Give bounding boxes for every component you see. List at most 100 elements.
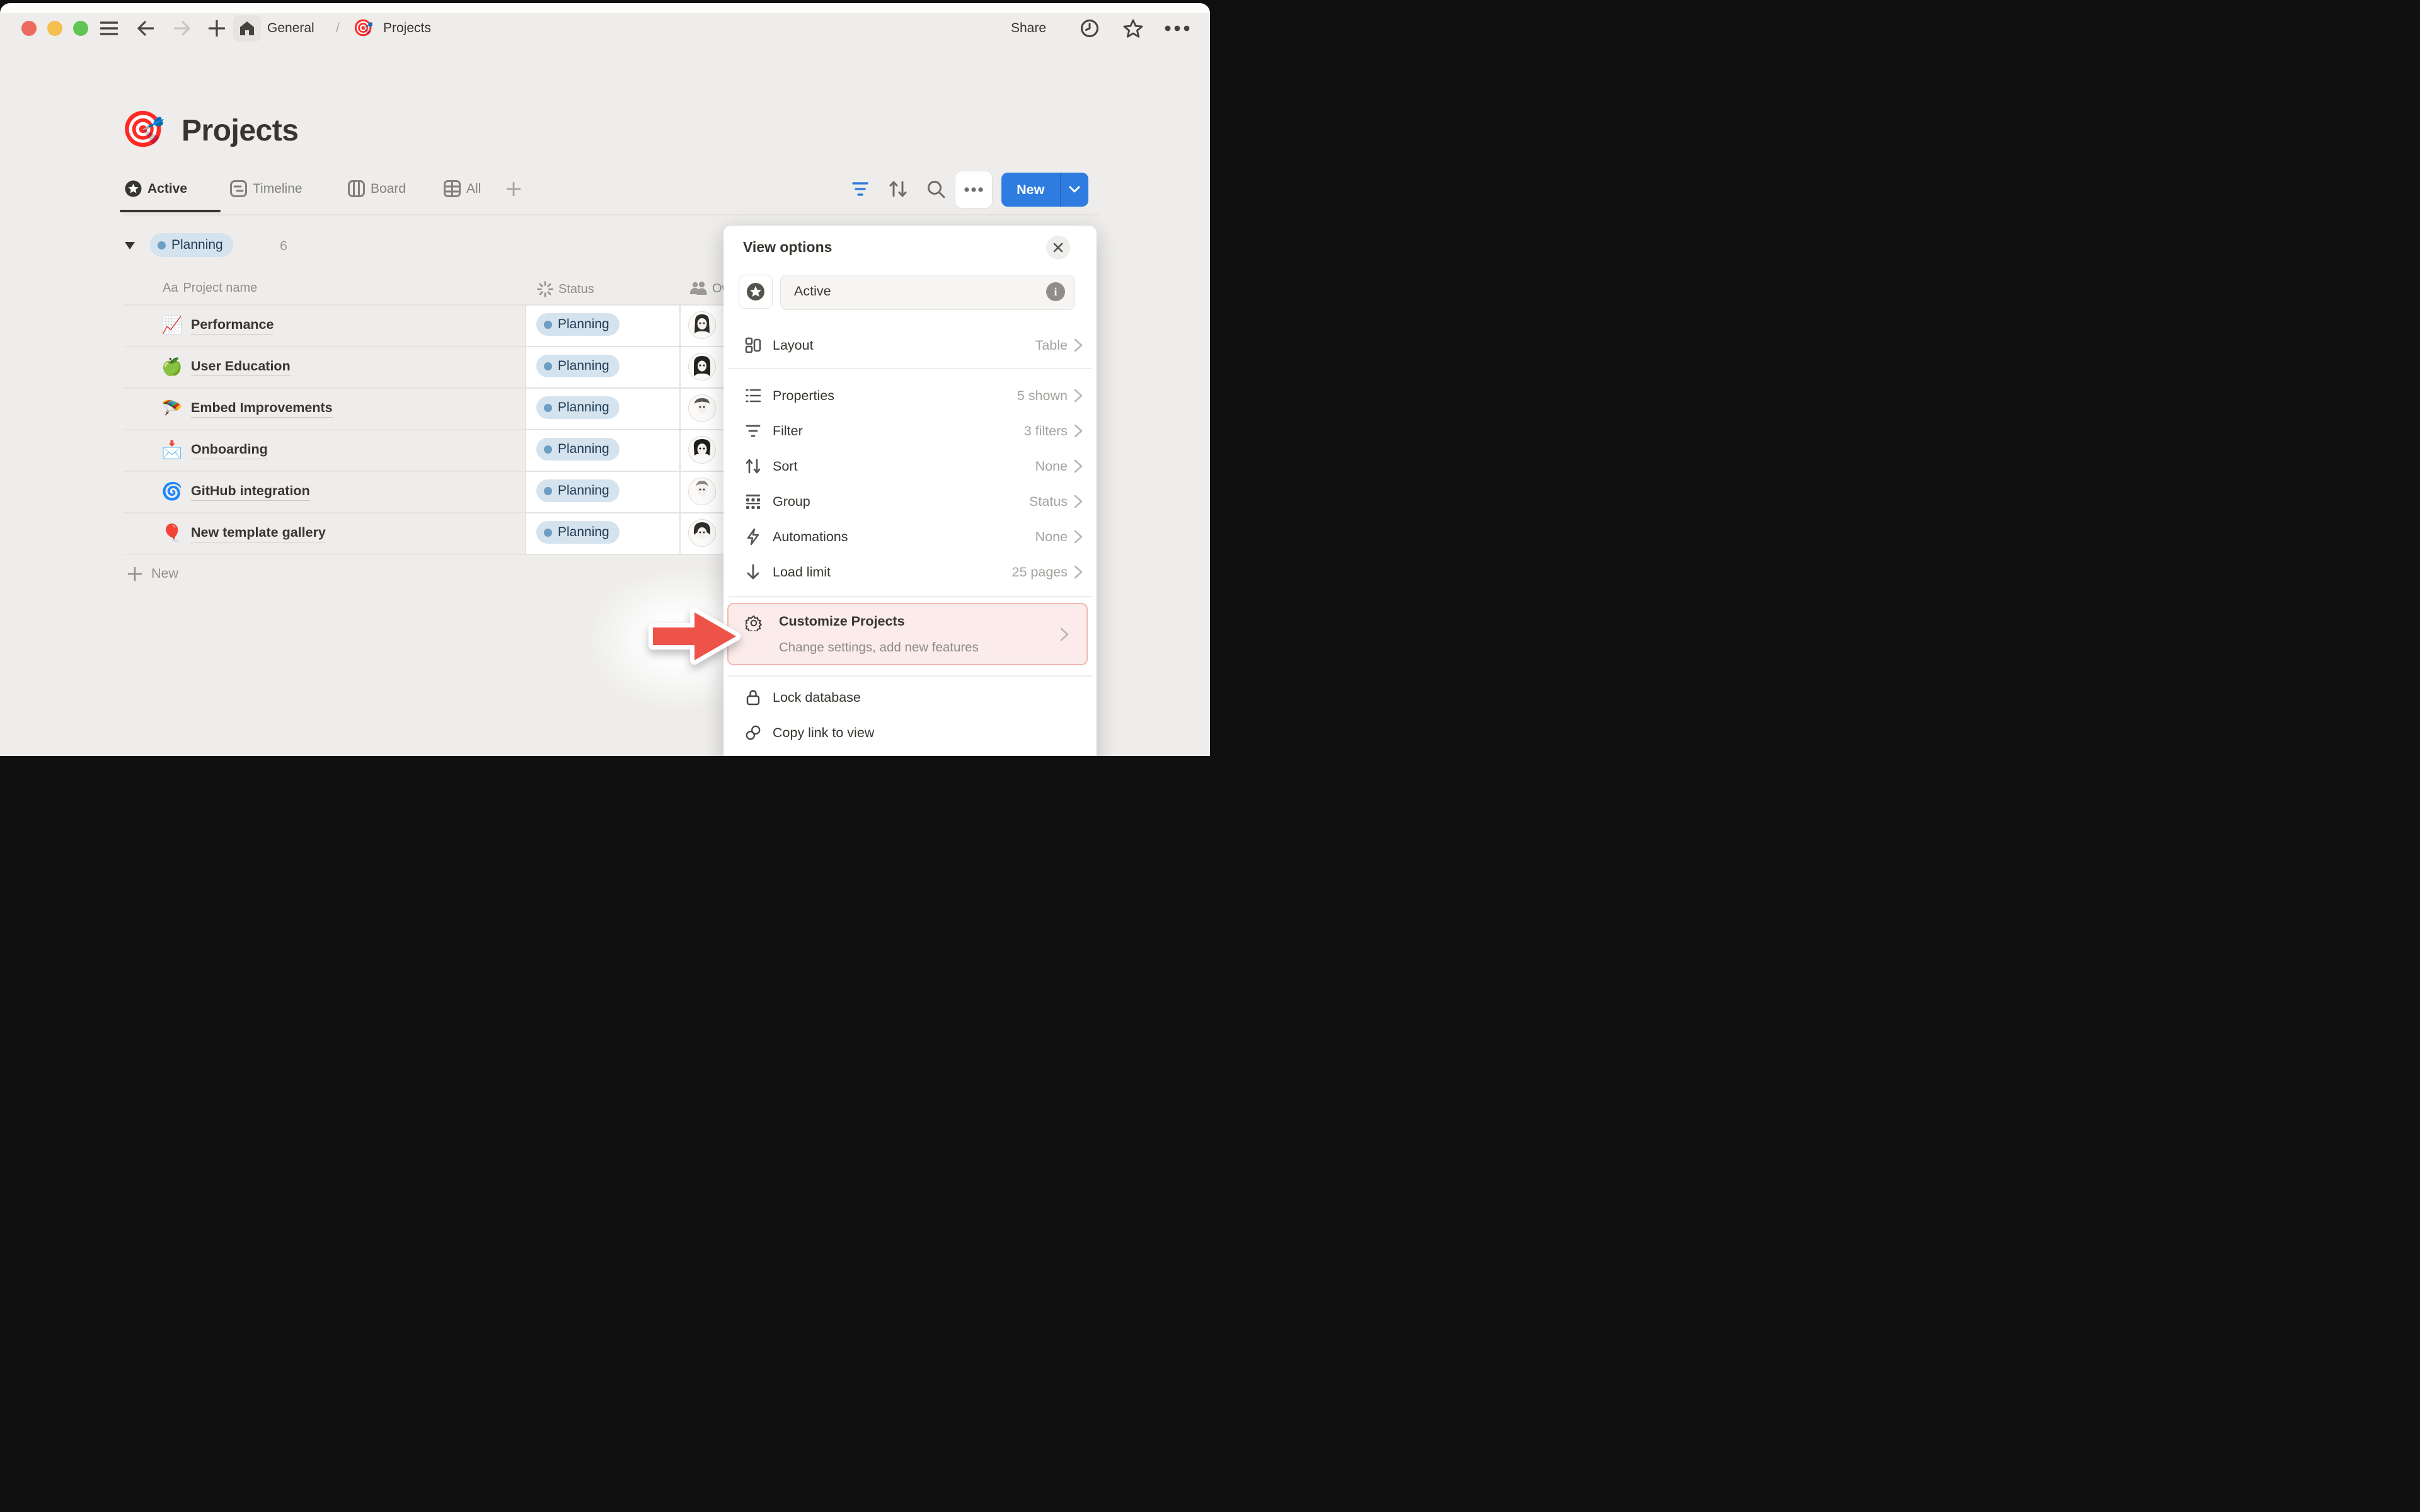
new-dropdown-chevron-icon[interactable] — [1061, 186, 1088, 193]
tab-all[interactable]: All — [444, 180, 481, 197]
panel-title: View options — [743, 239, 832, 256]
menu-item-copy-link[interactable]: Copy link to view — [734, 715, 1086, 750]
history-clock-icon[interactable] — [1079, 18, 1100, 39]
page-title[interactable]: Projects — [182, 113, 298, 148]
favorite-star-icon[interactable] — [1121, 16, 1146, 40]
row-divider — [124, 346, 736, 347]
breadcrumb-page[interactable]: Projects — [383, 21, 431, 36]
zoom-window-button[interactable] — [73, 21, 88, 36]
column-divider — [679, 304, 681, 554]
menu-item-filter[interactable]: Filter 3 filters — [734, 413, 1086, 449]
avatar[interactable] — [688, 311, 716, 339]
new-button[interactable]: New — [1001, 173, 1088, 207]
chevron-right-icon — [1074, 424, 1083, 438]
chevron-right-icon — [1074, 338, 1083, 352]
status-dot — [544, 529, 552, 537]
status-chip[interactable]: Planning — [536, 396, 619, 419]
menu-item-load-limit[interactable]: Load limit 25 pages — [734, 554, 1086, 590]
group-collapse-triangle-icon[interactable] — [122, 239, 137, 252]
chevron-right-icon — [1074, 565, 1083, 579]
status-chip[interactable]: Planning — [536, 521, 619, 544]
avatar[interactable] — [688, 478, 716, 505]
menu-item-properties[interactable]: Properties 5 shown — [734, 378, 1086, 413]
tab-timeline[interactable]: Timeline — [230, 180, 302, 197]
sort-menu-icon — [745, 458, 761, 474]
search-icon[interactable] — [925, 179, 947, 199]
menu-item-group[interactable]: Group Status — [734, 484, 1086, 519]
avatar[interactable] — [688, 519, 716, 547]
column-header-owner[interactable]: Owner — [689, 281, 725, 296]
close-window-button[interactable] — [21, 21, 37, 36]
avatar[interactable] — [688, 436, 716, 464]
page-link[interactable]: Onboarding — [191, 442, 268, 459]
group-menu-icon — [745, 493, 761, 510]
status-chip[interactable]: Planning — [536, 355, 619, 377]
status-chip[interactable]: Planning — [536, 479, 619, 502]
menu-item-lock-database[interactable]: Lock database — [734, 680, 1086, 715]
column-divider — [525, 304, 526, 554]
sidebar-menu-icon[interactable] — [97, 18, 121, 38]
menu-item-layout[interactable]: Layout Table — [734, 328, 1086, 363]
add-view-icon[interactable] — [504, 181, 523, 197]
avatar[interactable] — [688, 394, 716, 422]
home-icon[interactable] — [233, 15, 261, 42]
share-button[interactable]: Share — [1011, 21, 1046, 36]
page-emoji: 🌀 — [161, 481, 183, 501]
status-chip[interactable]: Planning — [536, 438, 619, 461]
menu-item-automations[interactable]: Automations None — [734, 519, 1086, 554]
breadcrumb-workspace[interactable]: General — [267, 21, 314, 36]
people-property-icon — [689, 281, 707, 296]
row-divider — [124, 429, 736, 430]
avatar[interactable] — [688, 353, 716, 381]
page-link[interactable]: Embed Improvements — [191, 400, 333, 418]
view-icon-button[interactable] — [739, 275, 773, 309]
page-link[interactable]: User Education — [191, 358, 291, 376]
customize-projects-item[interactable] — [727, 603, 1088, 665]
new-button-label: New — [1001, 182, 1060, 198]
minimize-window-button[interactable] — [47, 21, 62, 36]
annotation-arrow-icon — [648, 604, 742, 669]
status-dot — [544, 321, 552, 329]
layout-icon — [745, 337, 761, 353]
page-link[interactable]: Performance — [191, 317, 274, 335]
board-view-icon — [348, 180, 365, 197]
filter-icon[interactable] — [851, 180, 870, 198]
status-chip[interactable]: Planning — [536, 313, 619, 336]
forward-icon[interactable] — [170, 18, 194, 39]
new-page-icon[interactable] — [205, 17, 228, 40]
sort-icon[interactable] — [887, 179, 909, 199]
status-dot — [544, 445, 552, 454]
view-settings-trigger-icon[interactable] — [955, 171, 992, 208]
chevron-right-icon — [1074, 459, 1083, 473]
group-count: 6 — [280, 238, 287, 254]
row-divider — [124, 512, 736, 513]
column-header-status[interactable]: Status — [537, 281, 594, 297]
status-dot — [544, 404, 552, 412]
page-link[interactable]: GitHub integration — [191, 483, 310, 501]
info-icon[interactable]: i — [1046, 282, 1065, 301]
view-name-value: Active — [794, 284, 831, 299]
back-icon[interactable] — [134, 18, 158, 39]
tab-label: Active — [147, 181, 187, 197]
more-options-icon[interactable] — [1163, 21, 1191, 35]
menu-item-sort[interactable]: Sort None — [734, 449, 1086, 484]
tab-label: All — [466, 181, 481, 197]
row-divider — [124, 387, 736, 389]
column-header-name[interactable]: Aa Project name — [163, 281, 257, 295]
group-status-chip[interactable]: Planning — [150, 233, 233, 257]
chevron-right-icon — [1060, 627, 1069, 641]
page-icon-emoji[interactable]: 🎯 — [121, 108, 165, 150]
tab-board[interactable]: Board — [348, 180, 406, 197]
row-divider — [124, 471, 736, 472]
page-link[interactable]: New template gallery — [191, 525, 326, 542]
page-emoji: 🪂 — [161, 398, 183, 418]
status-property-icon — [537, 281, 553, 297]
add-row-button[interactable]: New — [127, 566, 178, 581]
tab-active[interactable]: Active — [125, 180, 187, 197]
page-emoji: 📩 — [161, 440, 183, 460]
app-window: General / 🎯 Projects Share 🎯 Projects Ac… — [0, 0, 1210, 756]
close-icon[interactable] — [1046, 236, 1070, 260]
status-dot — [544, 362, 552, 370]
breadcrumb-page-emoji: 🎯 — [353, 18, 373, 38]
page-emoji: 📈 — [161, 315, 183, 335]
